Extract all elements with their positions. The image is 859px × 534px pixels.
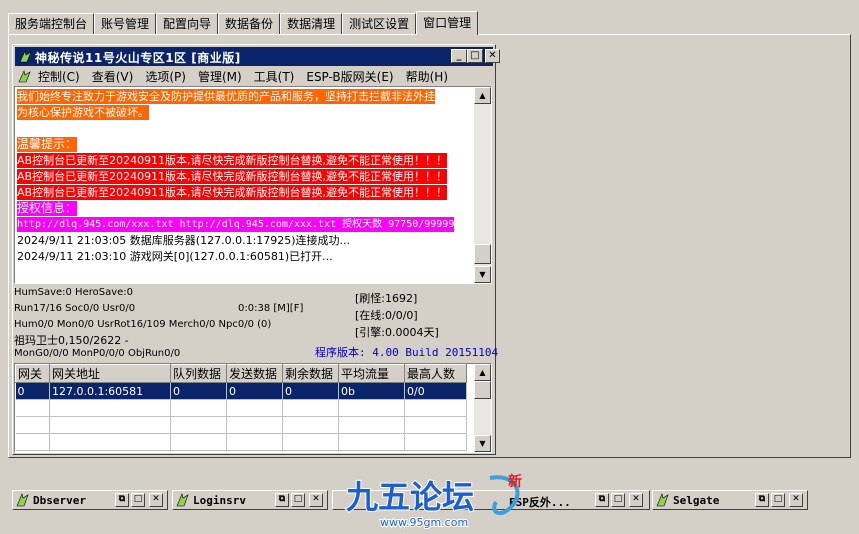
table-row[interactable] [15,433,467,451]
tab-server-console[interactable]: 服务端控制台 [8,13,95,35]
window-menubar: 控制(C) 查看(V) 选项(P) 管理(M) 工具(T) ESP-B版网关(E… [15,66,493,86]
system-menu-icon[interactable] [17,69,32,84]
log-intro-line: 为核心保护游戏不被破坏。 [17,105,149,120]
table-row[interactable] [15,399,467,417]
menu-options[interactable]: 选项(P) [139,68,192,85]
maximize-button[interactable]: □ [467,49,483,63]
engine-days: [引擎:0.0004天] [355,326,439,339]
restore-icon[interactable]: ⧉ [755,493,769,507]
tab-test-zone-settings[interactable]: 测试区设置 [342,13,417,35]
app-icon [656,493,669,507]
close-icon[interactable]: ✕ [149,493,163,507]
col-remaining-data[interactable]: 剩余数据 [282,364,339,383]
close-icon[interactable]: ✕ [309,493,323,507]
log-event-line: 2024/9/11 21:03:05 数据库服务器(127.0.0.1:1792… [17,234,351,247]
close-button[interactable]: ✕ [485,49,500,63]
log-auth-line: http://dlq.945.com/xxx.txt http://dlq.94… [17,217,455,232]
minimized-window-title: Loginsrv [193,494,246,507]
grid-scrollbar[interactable]: ▲ ▼ [474,364,491,452]
log-event-line: 2024/9/11 21:03:10 游戏网关[0](127.0.0.1:605… [17,250,333,263]
uptime-timer: 0:0:38 [M][F] [238,303,304,314]
window-title: 神秘传说11号火山专区1区 [商业版] [35,51,241,65]
restore-icon[interactable]: ⧉ [275,493,289,507]
tab-data-backup[interactable]: 数据备份 [218,13,281,35]
table-row[interactable] [15,416,467,434]
guard-status: 祖玛卫士0,150/2622 - [14,334,129,347]
menu-control[interactable]: 控制(C) [32,68,86,85]
minimized-window-title: Dbserver [33,494,86,507]
maximize-icon[interactable]: □ [771,493,785,507]
monster-status: MonG0/0/0 MonP0/0/0 ObjRun0/0 [14,348,181,359]
run-status: Run17/16 Soc0/0 Usr0/0 [14,303,136,314]
cell-remaining-data: 0 [282,382,339,400]
tab-account-management[interactable]: 账号管理 [94,13,157,35]
log-scrollbar[interactable]: ▲ ▼ [474,87,491,283]
human-status: Hum0/0 Mon0/0 UsrRot16/109 Merch0/0 Npc0… [14,319,272,330]
scroll-up-arrow-icon[interactable]: ▲ [474,364,491,381]
col-gateway-address[interactable]: 网关地址 [49,364,171,383]
minimized-window-dbserver[interactable]: Dbserver ⧉ □ ✕ [12,490,168,510]
col-max-players[interactable]: 最高人数 [404,364,467,383]
minimized-window-selgate[interactable]: Selgate ⧉ □ ✕ [652,490,808,510]
restore-icon[interactable]: ⧉ [595,493,609,507]
scroll-thumb[interactable] [474,381,491,399]
log-panel[interactable]: 我们始终专注致力于游戏安全及防护提供最优质的产品和服务，坚持打击拦截非法外挂 为… [14,86,492,284]
new-badge: 新 [508,473,522,490]
tab-window-management[interactable]: 窗口管理 [416,11,479,35]
log-warning-line: AB控制台已更新至20240911版本,请尽快完成新版控制台替换,避免不能正常使… [17,153,448,168]
tab-config-wizard[interactable]: 配置向导 [156,13,219,35]
window-titlebar[interactable]: 神秘传说11号火山专区1区 [商业版] _ □ ✕ [15,47,500,66]
cell-avg-traffic: 0b [338,382,405,400]
program-version: 程序版本: 4.00 Build 20151104 [315,346,499,359]
app-icon [18,49,33,64]
watermark-logo: 九五论坛 新 www.95gm.com [345,473,522,530]
app-icon [176,493,189,507]
log-warning-line: AB控制台已更新至20240911版本,请尽快完成新版控制台替换,避免不能正常使… [17,169,448,184]
menu-manage[interactable]: 管理(M) [192,68,248,85]
log-auth-title: 授权信息： [17,201,78,216]
col-avg-traffic[interactable]: 平均流量 [338,364,405,383]
close-icon[interactable]: ✕ [789,493,803,507]
scroll-down-arrow-icon[interactable]: ▼ [474,266,491,283]
cell-send-data: 0 [226,382,283,400]
tab-data-cleanup[interactable]: 数据清理 [280,13,343,35]
menu-help[interactable]: 帮助(H) [400,68,454,85]
gateway-table: 网关 网关地址 队列数据 发送数据 剩余数据 平均流量 最高人数 0 127.0… [15,364,467,451]
menu-tools[interactable]: 工具(T) [248,68,301,85]
maximize-icon[interactable]: □ [291,493,305,507]
col-gateway[interactable]: 网关 [15,364,50,383]
scroll-thumb[interactable] [474,244,491,264]
watermark-url: www.95gm.com [380,516,468,529]
menu-view[interactable]: 查看(V) [86,68,140,85]
watermark-logo-text: 九五论坛 [346,478,474,516]
app-icon [16,493,29,507]
cell-queue-data: 0 [170,382,227,400]
log-intro-line: 我们始终专注致力于游戏安全及防护提供最优质的产品和服务，坚持打击拦截非法外挂 [17,89,435,104]
col-queue-data[interactable]: 队列数据 [170,364,227,383]
online-count: [在线:0/0/0] [355,309,418,322]
log-tips-title: 温馨提示： [17,137,78,152]
minimize-button[interactable]: _ [451,49,467,63]
minimized-window-loginsrv[interactable]: Loginsrv ⧉ □ ✕ [172,490,328,510]
gateway-grid[interactable]: 网关 网关地址 队列数据 发送数据 剩余数据 平均流量 最高人数 0 127.0… [14,363,492,453]
scroll-down-arrow-icon[interactable]: ▼ [474,435,491,452]
restore-icon[interactable]: ⧉ [115,493,129,507]
minimized-window-title: Selgate [673,494,720,507]
cell-gateway-address: 127.0.0.1:60581 [49,382,171,400]
save-status: HumSave:0 HeroSave:0 [14,287,134,298]
log-warning-line: AB控制台已更新至20240911版本,请尽快完成新版控制台替换,避免不能正常使… [17,185,448,200]
maximize-icon[interactable]: □ [131,493,145,507]
maximize-icon[interactable]: □ [611,493,625,507]
scroll-up-arrow-icon[interactable]: ▲ [474,87,491,104]
main-tab-bar: 服务端控制台 账号管理 配置向导 数据备份 数据清理 测试区设置 窗口管理 [8,11,479,35]
menu-esp-gateway[interactable]: ESP-B版网关(E) [300,68,399,85]
col-send-data[interactable]: 发送数据 [226,364,283,383]
refresh-monster-count: [刷怪:1692] [355,292,418,305]
close-icon[interactable]: ✕ [629,493,643,507]
gateway-header-row: 网关 网关地址 队列数据 发送数据 剩余数据 平均流量 最高人数 [15,364,467,383]
table-row[interactable]: 0 127.0.0.1:60581 0 0 0 0b 0/0 [15,382,467,400]
cell-gateway: 0 [15,382,50,400]
cell-max-players: 0/0 [404,382,467,400]
